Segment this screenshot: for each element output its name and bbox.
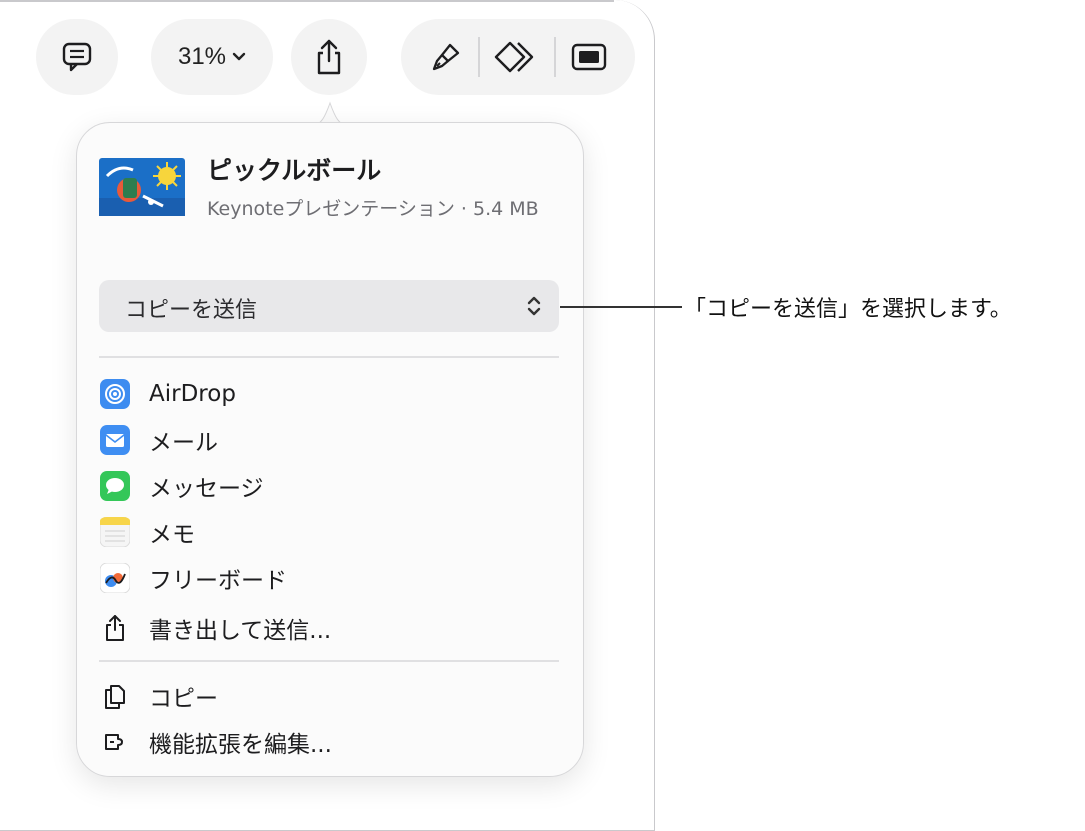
menu-item-label: メッセージ [149, 476, 264, 502]
send-option-label: コピーを送信 [125, 298, 258, 323]
send-option-select[interactable]: コピーを送信 [99, 280, 559, 332]
window-top-edge [0, 0, 614, 2]
menu-item-label: フリーボード [149, 568, 287, 594]
menu-divider [99, 660, 559, 662]
toolbar-separator [478, 37, 480, 77]
document-title: ピックルボール [207, 156, 382, 185]
callout-leader-line [560, 306, 682, 308]
menu-item-export-send[interactable]: 書き出して送信... [99, 610, 331, 646]
menu-item-label: メール [149, 430, 218, 456]
menu-item-mail[interactable]: メール [99, 422, 218, 458]
chevron-down-icon [232, 52, 246, 62]
notes-icon [99, 516, 131, 548]
document-thumbnail [99, 158, 185, 216]
export-share-icon [99, 612, 131, 644]
airdrop-icon [99, 378, 131, 410]
paintbrush-icon[interactable] [428, 39, 464, 75]
menu-item-freeform[interactable]: フリーボード [99, 560, 287, 596]
copy-icon [99, 680, 131, 712]
messages-icon [99, 470, 131, 502]
document-subtitle: Keynoteプレゼンテーション · 5.4 MB [207, 198, 539, 220]
menu-item-label: コピー [149, 686, 218, 712]
animate-icon[interactable] [494, 39, 540, 75]
menu-item-notes[interactable]: メモ [99, 514, 195, 550]
menu-item-label: メモ [149, 522, 195, 548]
menu-divider [99, 356, 559, 358]
comment-icon [60, 40, 94, 74]
extensions-icon [99, 726, 131, 758]
mail-icon [99, 424, 131, 456]
menu-item-edit-extensions[interactable]: 機能拡張を編集... [99, 724, 332, 760]
menu-item-label: 機能拡張を編集... [149, 732, 332, 758]
zoom-menu-button[interactable]: 31% [151, 19, 273, 95]
present-icon[interactable] [570, 42, 608, 72]
comment-button[interactable] [36, 19, 118, 95]
menu-item-label: AirDrop [149, 381, 236, 407]
toolbar-separator [554, 37, 556, 77]
share-button[interactable] [291, 19, 367, 95]
freeform-icon [99, 562, 131, 594]
menu-item-copy[interactable]: コピー [99, 678, 218, 714]
zoom-level: 31% [177, 43, 227, 70]
menu-item-messages[interactable]: メッセージ [99, 468, 264, 504]
callout-text: 「コピーを送信」を選択します。 [684, 297, 1012, 322]
share-icon [312, 37, 346, 77]
menu-item-label: 書き出して送信... [149, 618, 332, 644]
share-popover: ピックルボール Keynoteプレゼンテーション · 5.4 MB コピーを送信… [76, 122, 584, 777]
chevron-up-down-icon [525, 294, 543, 322]
menu-item-airdrop[interactable]: AirDrop [99, 376, 236, 412]
inspector-group [401, 19, 635, 95]
